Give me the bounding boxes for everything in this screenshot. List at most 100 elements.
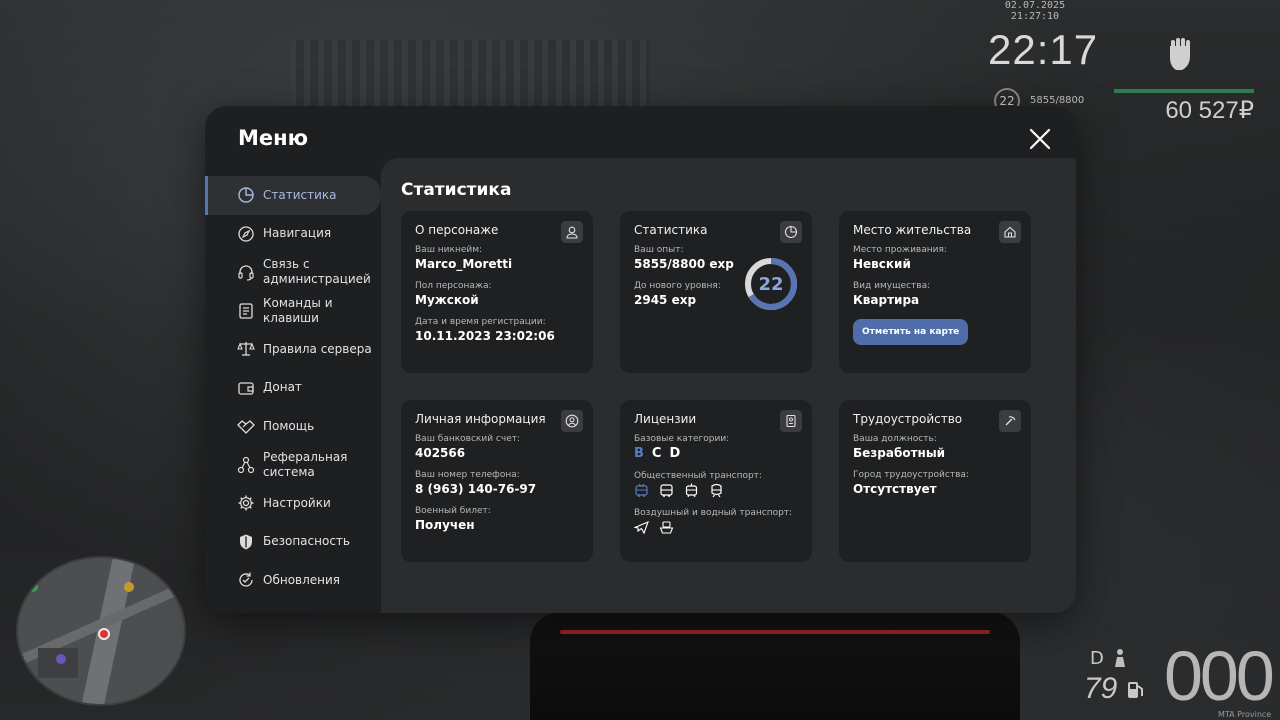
hud-exp: 5855/8800	[1030, 95, 1085, 106]
menu-sidebar: Статистика Навигация Связь с администрац…	[205, 176, 381, 600]
phone-label: Ваш номер телефона:	[415, 470, 520, 480]
sidebar-item-statistics[interactable]: Статистика	[205, 176, 381, 215]
residence-place-value: Невский	[853, 257, 911, 271]
pie-chart-icon	[780, 221, 802, 243]
card-title: Трудоустройство	[853, 412, 963, 426]
license-category-c: C	[651, 446, 662, 461]
user-circle-icon	[561, 410, 583, 432]
minimap-marker	[56, 654, 66, 664]
user-icon	[561, 221, 583, 243]
sidebar-item-updates[interactable]: Обновления	[205, 561, 381, 600]
sidebar-item-referral[interactable]: Реферальная система	[205, 446, 381, 485]
nickname-label: Ваш никнейм:	[415, 245, 483, 255]
position-label: Ваша должность:	[853, 434, 937, 444]
sidebar-item-settings[interactable]: Настройки	[205, 484, 381, 523]
card-title: Лицензии	[634, 412, 697, 426]
bank-account-label: Ваш банковский счет:	[415, 434, 521, 444]
sidebar-item-navigation[interactable]: Навигация	[205, 215, 381, 254]
military-id-label: Военный билет:	[415, 506, 491, 516]
registration-value: 10.11.2023 23:02:06	[415, 329, 555, 343]
nickname-value: Marco_Moretti	[415, 257, 513, 271]
compass-icon	[238, 226, 254, 242]
shield-icon	[240, 534, 252, 550]
base-categories-label: Базовые категории:	[634, 434, 730, 444]
sidebar-item-label: Реферальная система	[263, 449, 348, 479]
employment-city-label: Город трудоустройства:	[853, 470, 969, 480]
card-title: Место жительства	[853, 223, 972, 237]
mark-on-map-button[interactable]: Отметить на карте	[853, 319, 969, 345]
sidebar-item-security[interactable]: Безопасность	[205, 523, 381, 562]
close-icon[interactable]	[1027, 126, 1053, 152]
hud-money: 60 527₽	[1165, 97, 1254, 124]
tram-icon	[685, 483, 698, 498]
residence-place-label: Место проживания:	[853, 245, 947, 255]
public-transport-icons	[634, 483, 798, 498]
sidebar-item-label: Настройки	[263, 495, 331, 510]
phone-value: 8 (963) 140-76-97	[415, 482, 537, 496]
minimap[interactable]	[16, 556, 186, 706]
minimap-marker	[40, 564, 50, 574]
card-employment: Трудоустройство Ваша должность: Безработ…	[839, 400, 1031, 562]
hud-fuel: 79	[1084, 672, 1118, 705]
sidebar-item-admin-contact[interactable]: Связь с администрацией	[205, 253, 381, 292]
sidebar-item-donate[interactable]: Донат	[205, 369, 381, 408]
sidebar-item-label: Безопасность	[263, 534, 350, 549]
scales-icon	[237, 342, 255, 356]
hud-speedometer: 000	[1164, 637, 1275, 715]
sidebar-item-label: Связь с администрацией	[263, 257, 371, 287]
airplane-icon	[634, 521, 649, 535]
minimap-marker	[28, 582, 38, 592]
wallet-icon	[238, 382, 254, 395]
level-number: 22	[758, 273, 784, 295]
air-water-transport-icons	[634, 520, 798, 535]
metro-icon	[711, 483, 722, 498]
sidebar-item-commands[interactable]: Команды и клавиши	[205, 292, 381, 331]
hud-clock: 22:17	[988, 26, 1099, 73]
background-structure	[290, 40, 650, 106]
license-category-d: D	[669, 446, 681, 461]
card-title: Статистика	[634, 223, 708, 237]
public-transport-label: Общественный транспорт:	[634, 471, 762, 481]
gender-value: Мужской	[415, 293, 479, 307]
bus-icon	[660, 484, 673, 497]
id-card-icon	[780, 410, 802, 432]
sidebar-item-label: Донат	[263, 380, 302, 395]
card-licenses: Лицензии Базовые категории: B C D Общест…	[620, 400, 812, 562]
trolleybus-icon	[635, 483, 648, 497]
network-icon	[237, 456, 255, 473]
sidebar-item-label: Помощь	[263, 418, 315, 433]
server-watermark: MTA Province	[1218, 710, 1272, 719]
content-panel: Статистика О персонаже Ваш никнейм: Marc…	[381, 158, 1076, 613]
seatbelt-icon	[1115, 649, 1125, 667]
hud-gear: D	[1090, 648, 1104, 669]
menu-title: Меню	[238, 126, 309, 150]
position-value: Безработный	[853, 446, 946, 460]
sidebar-item-label: Статистика	[263, 187, 337, 202]
hud-health-bar	[1114, 89, 1254, 93]
military-id-value: Получен	[415, 518, 475, 532]
fist-icon	[1170, 38, 1190, 70]
property-type-label: Вид имущества:	[853, 281, 931, 291]
gender-label: Пол персонажа:	[415, 281, 492, 291]
sidebar-item-label: Обновления	[263, 572, 341, 587]
sidebar-item-label: Навигация	[263, 226, 332, 241]
handshake-icon	[237, 420, 255, 435]
exp-label: Ваш опыт:	[634, 245, 684, 255]
card-residence: Место жительства Место проживания: Невск…	[839, 211, 1031, 373]
minimap-marker	[124, 582, 134, 592]
fuel-icon	[1128, 682, 1143, 698]
license-categories: B C D	[634, 446, 798, 461]
card-title: Личная информация	[415, 412, 546, 426]
minimap-player-marker	[98, 628, 110, 640]
property-type-value: Квартира	[853, 293, 920, 307]
hud-datetime: 02.07.2025 21:27:10	[1004, 0, 1066, 22]
pickaxe-icon	[999, 410, 1021, 432]
background-car	[530, 612, 1020, 720]
registration-label: Дата и время регистрации:	[415, 317, 546, 327]
pie-chart-icon	[238, 187, 254, 203]
refresh-check-icon	[239, 572, 253, 587]
gear-icon	[238, 495, 254, 511]
license-category-b: B	[634, 446, 644, 461]
sidebar-item-rules[interactable]: Правила сервера	[205, 330, 381, 369]
sidebar-item-help[interactable]: Помощь	[205, 407, 381, 446]
